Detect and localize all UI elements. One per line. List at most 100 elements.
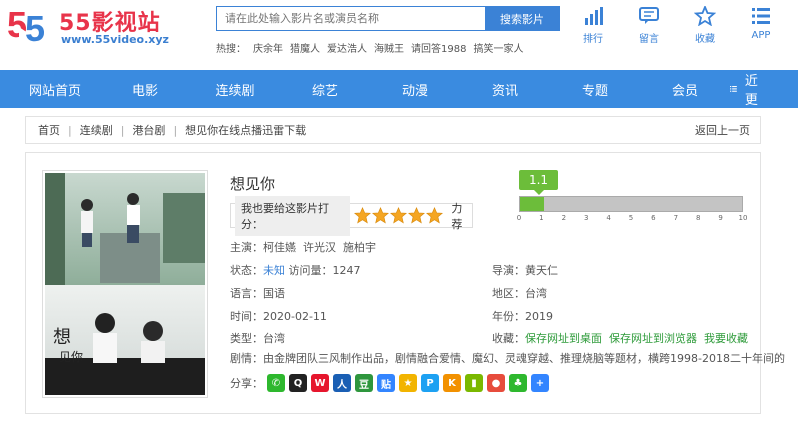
favorite-button[interactable]: 收藏 <box>682 6 728 45</box>
nav-item-series[interactable]: 连续剧 <box>190 80 280 99</box>
app-label: APP <box>751 30 771 41</box>
message-label: 留言 <box>639 34 659 45</box>
region-value: 台湾 <box>525 287 547 300</box>
score-tick-label: 3 <box>583 214 589 222</box>
breadcrumb-home[interactable]: 首页 <box>38 122 60 138</box>
cast-member[interactable]: 施柏宇 <box>343 241 376 254</box>
favorite-label: 收藏： <box>492 332 525 345</box>
menu-icon <box>752 8 770 24</box>
pengyou-icon[interactable]: P <box>421 374 439 392</box>
score-tick-label: 8 <box>695 214 701 222</box>
plot-row: 剧情：由金牌团队三风制作出品，剧情融合爱情、魔幻、灵魂穿越、推理烧脑等题材，横跨… <box>230 350 785 366</box>
wechat-icon[interactable]: ✆ <box>267 374 285 392</box>
score-tick-label: 0 <box>516 214 522 222</box>
year-value: 2019 <box>525 310 553 323</box>
language-value: 国语 <box>263 287 285 300</box>
hot-item[interactable]: 请回答1988 <box>411 40 466 55</box>
breadcrumb-separator: | <box>173 123 178 137</box>
movie-detail-panel: 想 见你 想见你 我也要给这影片打分： 力荐 1.1 0 1 2 3 4 5 6 7 8 9 10 … <box>25 152 785 414</box>
rating-label: 我也要给这影片打分： <box>235 195 351 236</box>
movie-poster[interactable]: 想 见你 <box>42 170 208 398</box>
breadcrumb-current: 想见你在线点播迅雷下载 <box>185 124 307 137</box>
pinterest-icon[interactable]: ▮ <box>465 374 483 392</box>
logo-url: www.55video.xyz <box>61 33 169 46</box>
hot-item[interactable]: 庆余年 <box>253 40 283 55</box>
kaixin-icon[interactable]: K <box>443 374 461 392</box>
rating-star-icon[interactable] <box>390 207 408 224</box>
rating-stars <box>354 207 444 224</box>
score-tick-label: 9 <box>718 214 723 222</box>
breadcrumb-category[interactable]: 港台剧 <box>132 122 165 138</box>
hot-label: 热搜： <box>216 44 246 55</box>
share-label: 分享： <box>230 377 263 390</box>
status-value[interactable]: 未知 <box>263 264 285 277</box>
favorite-label: 收藏 <box>695 34 715 45</box>
score-ticks: 0 1 2 3 4 5 6 7 8 9 10 <box>516 214 748 224</box>
status-label: 状态： <box>230 264 263 277</box>
plot-text: 由金牌团队三风制作出品，剧情融合爱情、魔幻、灵魂穿越、推理烧脑等题材，横跨199… <box>263 352 785 365</box>
weibo-icon[interactable]: W <box>311 374 329 392</box>
score-tick-label: 6 <box>651 214 656 222</box>
app-button[interactable]: APP <box>738 6 784 45</box>
save-to-browser-link[interactable]: 保存网址到浏览器 <box>609 332 697 345</box>
time-label: 时间： <box>230 310 263 323</box>
more-icon[interactable]: + <box>531 374 549 392</box>
douban-icon[interactable]: 豆 <box>355 374 373 392</box>
poster-image: 想 见你 <box>45 173 205 395</box>
search-button[interactable]: 搜索影片 <box>485 7 559 30</box>
breadcrumb-series[interactable]: 连续剧 <box>80 122 113 138</box>
renren-icon[interactable]: 人 <box>333 374 351 392</box>
views-value: 1247 <box>332 264 361 277</box>
tieba-icon[interactable]: 贴 <box>377 374 395 392</box>
language-row: 语言：国语 <box>230 285 285 301</box>
clover-icon[interactable]: ♣ <box>509 374 527 392</box>
add-favorite-link[interactable]: 我要收藏 <box>704 332 748 345</box>
status-row: 状态：未知 访问量：1247 <box>230 262 361 278</box>
save-to-desktop-link[interactable]: 保存网址到桌面 <box>525 332 602 345</box>
header-tools: 排行 留言 收藏 APP <box>570 6 784 45</box>
type-label: 类型： <box>230 332 263 345</box>
nav-item-home[interactable]: 网站首页 <box>0 80 100 99</box>
rating-star-icon[interactable] <box>372 207 390 224</box>
qq-icon[interactable]: Q <box>289 374 307 392</box>
rating-star-icon[interactable] <box>426 207 444 224</box>
hot-item[interactable]: 搞笑一家人 <box>473 40 523 55</box>
rating-widget: 我也要给这影片打分： 力荐 <box>230 195 473 236</box>
hot-item[interactable]: 爱达浩人 <box>327 40 367 55</box>
nav-item-movies[interactable]: 电影 <box>100 80 190 99</box>
nav-item-news[interactable]: 资讯 <box>460 80 550 99</box>
share-icons: ✆ Q W 人豆贴 ★ P K ▮ ● ♣ + <box>263 374 549 392</box>
rating-star-icon[interactable] <box>408 207 426 224</box>
nav-item-variety[interactable]: 综艺 <box>280 80 370 99</box>
hot-item[interactable]: 海贼王 <box>374 40 404 55</box>
score-bar <box>519 196 743 212</box>
cast-member[interactable]: 柯佳嬿 <box>263 241 296 254</box>
nav-item-topics[interactable]: 专题 <box>550 80 640 99</box>
nav-item-members[interactable]: 会员 <box>640 80 730 99</box>
score-tick-label: 1 <box>539 214 544 222</box>
type-row: 类型：台湾 <box>230 330 285 346</box>
rating-star-icon[interactable] <box>354 207 372 224</box>
back-link[interactable]: 返回上一页 <box>695 122 750 138</box>
youdao-icon[interactable]: ● <box>487 374 505 392</box>
ranking-label: 排行 <box>583 34 603 45</box>
message-button[interactable]: 留言 <box>626 6 672 45</box>
score-tick-label: 5 <box>628 214 634 222</box>
share-bar: 分享： ✆ Q W 人豆贴 ★ P K ▮ ● ♣ + <box>230 374 549 392</box>
cast-row: 主演：柯佳嬿 许光汉 施柏宇 <box>230 239 376 255</box>
rating-level: 力荐 <box>451 201 463 231</box>
qzone-icon[interactable]: ★ <box>399 374 417 392</box>
hot-item[interactable]: 猎魔人 <box>290 40 320 55</box>
director-row: 导演：黄天仁 <box>492 262 558 278</box>
cast-member[interactable]: 许光汉 <box>303 241 336 254</box>
site-logo[interactable]: 5 5 55影视站 www.55video.xyz <box>7 3 177 51</box>
site-header: 5 5 55影视站 www.55video.xyz 搜索影片 热搜： 庆余年 猎… <box>0 0 798 70</box>
score-tick-label: 4 <box>606 214 611 222</box>
nav-item-anime[interactable]: 动漫 <box>370 80 460 99</box>
score-tick-label: 7 <box>673 214 679 222</box>
ranking-button[interactable]: 排行 <box>570 6 616 45</box>
search-bar: 搜索影片 <box>216 6 560 31</box>
search-input[interactable] <box>217 7 485 30</box>
time-row: 时间：2020-02-11 <box>230 308 327 324</box>
region-label: 地区： <box>492 287 525 300</box>
